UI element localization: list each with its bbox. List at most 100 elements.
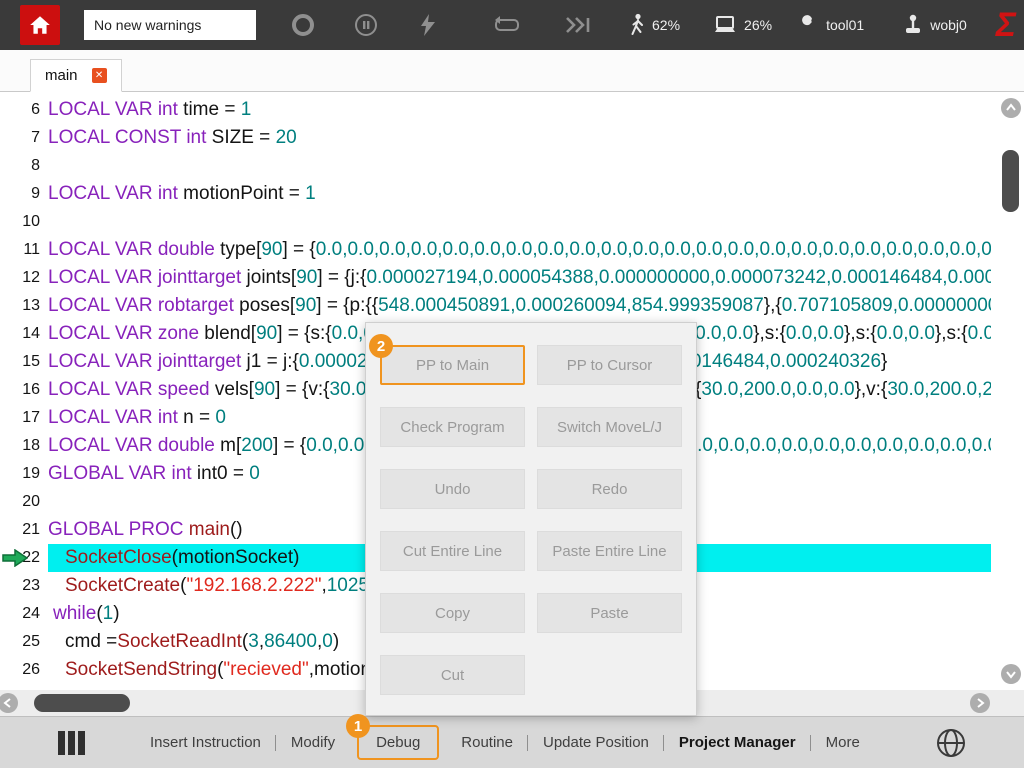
panel-columns-icon[interactable] (58, 731, 85, 755)
code-token: 200 (241, 435, 273, 456)
code-token: GLOBAL PROC (48, 519, 189, 540)
menu-item-paste[interactable]: Paste (537, 593, 682, 633)
tool-value: tool01 (826, 17, 864, 33)
warning-message-box[interactable]: No new warnings (84, 10, 256, 40)
code-token: int0 = (192, 463, 250, 484)
code-token: 20 (276, 127, 297, 148)
toolbar-item-insert-instruction[interactable]: Insert Instruction (135, 717, 276, 768)
code-line[interactable]: LOCAL VAR double type[90] = {0.0,0.0,0.0… (48, 236, 991, 264)
line-number: 8 (0, 152, 48, 180)
code-token: 86400 (264, 631, 317, 652)
code-token: () (230, 519, 243, 540)
line-number-gutter: 67891011121314151617181920212223242526 (0, 92, 48, 690)
speed-indicator[interactable]: 62% (628, 13, 680, 37)
line-number: 23 (0, 572, 48, 600)
menu-item-paste-entire-line[interactable]: Paste Entire Line (537, 531, 682, 571)
memory-indicator[interactable]: 26% (712, 14, 772, 36)
code-line[interactable]: LOCAL CONST int SIZE = 20 (48, 124, 991, 152)
toolbar-item-label: Debug (376, 734, 420, 751)
brand-logo: Σ (996, 8, 1016, 42)
code-token: SocketSendString (65, 659, 217, 680)
code-token: 1 (305, 183, 316, 204)
code-token: ] = {j:{ (317, 267, 366, 288)
tab-close-icon[interactable]: ✕ (92, 68, 107, 83)
line-number: 24 (0, 600, 48, 628)
chevron-left-icon (3, 697, 13, 709)
tab-bar: main ✕ (0, 50, 1024, 92)
vertical-scrollbar[interactable] (1000, 98, 1022, 684)
code-token: SocketReadInt (117, 631, 242, 652)
code-line[interactable]: LOCAL VAR jointtarget joints[90] = {j:{0… (48, 264, 991, 292)
code-token: main (189, 519, 230, 540)
pause-icon[interactable] (354, 13, 378, 37)
status-circle-icon[interactable] (290, 12, 316, 38)
menu-item-cut-entire-line[interactable]: Cut Entire Line (380, 531, 525, 571)
fast-forward-icon[interactable] (564, 15, 592, 35)
toolbar-item-project-manager[interactable]: Project Manager (664, 717, 811, 768)
code-token: 1 (103, 603, 114, 624)
menu-item-pp-to-main[interactable]: PP to Main2 (380, 345, 525, 385)
scroll-up-button[interactable] (1001, 98, 1021, 118)
workobject-selector[interactable]: wobj0 (902, 13, 967, 37)
code-token: LOCAL VAR zone (48, 323, 199, 344)
scroll-left-button[interactable] (0, 693, 18, 713)
code-line[interactable]: LOCAL VAR robtarget poses[90] = {p:{{548… (48, 292, 991, 320)
toolbar-item-update-position[interactable]: Update Position (528, 717, 664, 768)
step-badge: 1 (346, 714, 370, 738)
code-token: 0.0,0.0 (877, 323, 935, 344)
menu-item-check-program[interactable]: Check Program (380, 407, 525, 447)
menu-item-pp-to-cursor[interactable]: PP to Cursor (537, 345, 682, 385)
code-line[interactable] (48, 208, 991, 236)
vertical-scroll-thumb[interactable] (1002, 150, 1019, 212)
code-token: },s:{ (844, 323, 877, 344)
code-line[interactable]: LOCAL VAR int motionPoint = 1 (48, 180, 991, 208)
code-token: 0.0,0.0,0.0,0.0,0.0,0.0,0.0,0.0,0.0,0.0,… (316, 239, 991, 260)
line-number: 19 (0, 460, 48, 488)
code-line[interactable] (48, 152, 991, 180)
toolbar-item-modify[interactable]: Modify (276, 717, 350, 768)
horizontal-scroll-thumb[interactable] (34, 694, 130, 712)
menu-item-copy[interactable]: Copy (380, 593, 525, 633)
toolbar-item-debug[interactable]: Debug1 (357, 725, 439, 760)
bottom-bar: Insert InstructionModifyDebug1RoutineUpd… (0, 716, 1024, 768)
code-token: ) (113, 603, 119, 624)
language-globe-button[interactable] (934, 726, 968, 760)
code-token: 90 (254, 379, 275, 400)
chevron-right-icon (975, 697, 985, 709)
home-button[interactable] (20, 5, 60, 45)
warning-text: No new warnings (94, 17, 201, 33)
tab-main[interactable]: main ✕ (30, 59, 122, 92)
code-token: SocketClose (65, 547, 172, 568)
code-token: 0.0,0.0 (968, 323, 991, 344)
menu-item-redo[interactable]: Redo (537, 469, 682, 509)
loop-run-icon[interactable] (494, 14, 522, 36)
code-token: 1 (241, 99, 252, 120)
bottom-toolbar: Insert InstructionModifyDebug1RoutineUpd… (135, 717, 875, 768)
toolbar-item-routine[interactable]: Routine (446, 717, 528, 768)
code-token: ) (333, 631, 339, 652)
globe-icon (934, 726, 968, 760)
toolbar-item-more[interactable]: More (811, 717, 875, 768)
wobj-value: wobj0 (930, 17, 967, 33)
scroll-down-button[interactable] (1001, 664, 1021, 684)
tool-selector[interactable]: tool01 (798, 14, 864, 36)
code-token: "192.168.2.222" (186, 575, 321, 596)
line-number: 17 (0, 404, 48, 432)
code-token: LOCAL VAR int (48, 99, 178, 120)
line-number: 16 (0, 376, 48, 404)
walking-person-icon (628, 13, 646, 37)
power-bolt-icon[interactable] (418, 13, 438, 37)
code-token: } (881, 351, 887, 372)
code-token: ] = {p:{{ (316, 295, 378, 316)
line-number: 10 (0, 208, 48, 236)
code-token: },s:{ (753, 323, 786, 344)
code-line[interactable]: LOCAL VAR int time = 1 (48, 96, 991, 124)
code-token: 90 (256, 323, 277, 344)
code-token: poses[ (234, 295, 295, 316)
code-token: 90 (295, 295, 316, 316)
menu-item-cut[interactable]: Cut (380, 655, 525, 695)
code-token: LOCAL VAR jointtarget (48, 351, 241, 372)
scroll-right-button[interactable] (970, 693, 990, 713)
menu-item-switch-movel-j[interactable]: Switch MoveL/J (537, 407, 682, 447)
menu-item-undo[interactable]: Undo (380, 469, 525, 509)
